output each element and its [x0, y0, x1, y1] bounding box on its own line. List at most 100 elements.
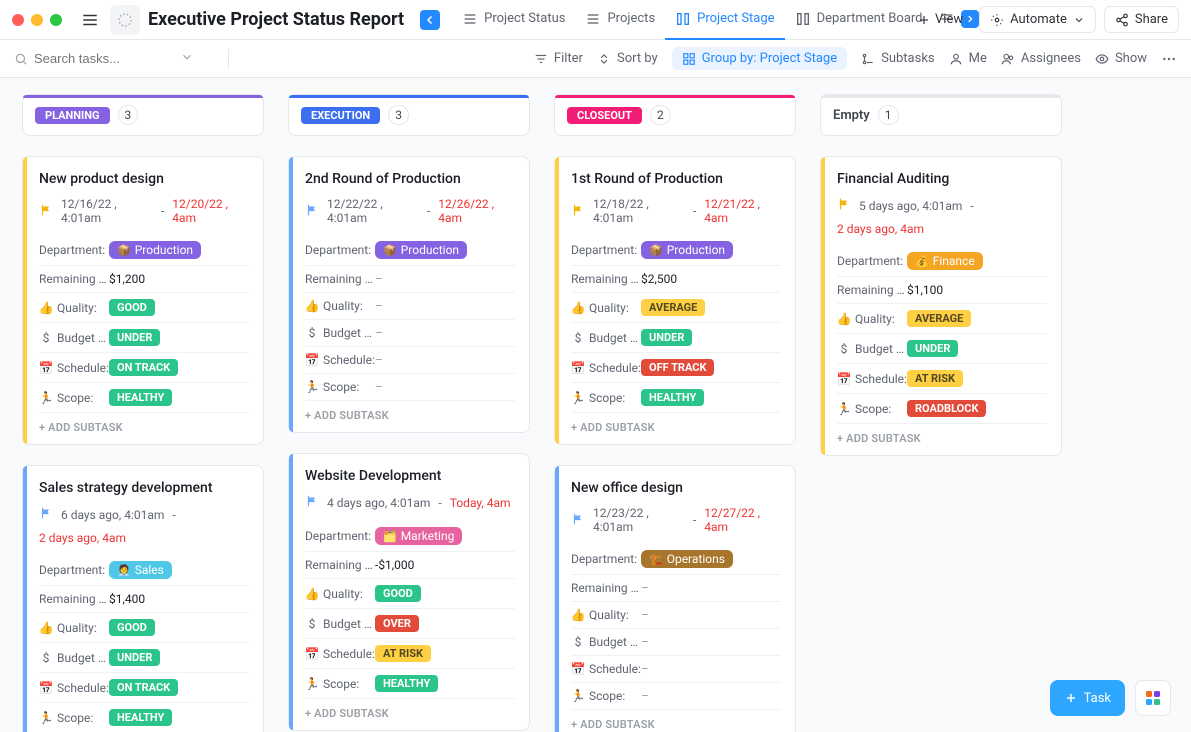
field-label-department: Department:: [837, 254, 907, 268]
flag-icon: [837, 197, 851, 214]
doc-icon: [110, 5, 140, 35]
search-dropdown-icon[interactable]: [180, 50, 194, 68]
close-window-icon[interactable]: [12, 14, 24, 26]
quality-chip: GOOD: [109, 299, 155, 316]
budget-chip: UNDER: [109, 649, 160, 666]
field-label-scope: 🏃Scope:: [571, 391, 641, 405]
date-row: 12/22/22 , 4:01am - 12/26/22 , 4am: [305, 197, 515, 225]
board: PLANNING 3 New product design 12/16/22 ,…: [0, 78, 1191, 732]
column-header[interactable]: PLANNING 3: [22, 94, 264, 136]
column-accent: [821, 95, 1061, 98]
column-planning: PLANNING 3 New product design 12/16/22 ,…: [22, 94, 264, 732]
column-count: 1: [878, 105, 899, 125]
flag-icon: [39, 506, 53, 523]
column-header[interactable]: Empty 1: [820, 94, 1062, 136]
sortby-button[interactable]: Sort by: [597, 51, 658, 66]
filter-button[interactable]: Filter: [534, 51, 583, 66]
due-date: 2 days ago, 4am: [837, 222, 1047, 236]
add-subtask-button[interactable]: + ADD SUBTASK: [571, 710, 655, 732]
add-subtask-button[interactable]: + ADD SUBTASK: [305, 699, 389, 722]
start-date: 12/23/22 , 4:01am: [593, 506, 685, 534]
department-icon: 🧑‍💼: [117, 564, 131, 577]
me-label: Me: [969, 51, 987, 66]
column-accent: [289, 95, 529, 98]
menu-button[interactable]: [78, 8, 102, 32]
field-label-department: Department:: [39, 243, 109, 257]
task-card[interactable]: Website Development 4 days ago, 4:01am -…: [288, 453, 530, 731]
field-label-budget: $Budget …: [571, 635, 641, 649]
date-row: 12/23/22 , 4:01am - 12/27/22 , 4am: [571, 506, 781, 534]
budget-chip: UNDER: [641, 329, 692, 346]
field-label-schedule: 📅Schedule:: [571, 361, 641, 375]
more-menu-icon[interactable]: [1161, 51, 1177, 67]
date-sep: -: [438, 496, 441, 510]
column-accent: [23, 95, 263, 98]
stage-label: Empty: [833, 108, 870, 123]
assignees-button[interactable]: Assignees: [1001, 51, 1081, 66]
card-accent: [289, 157, 293, 432]
new-task-button[interactable]: Task: [1050, 680, 1125, 716]
department-chip: 📦 Production: [641, 241, 733, 259]
tab-label: Project Stage: [697, 11, 774, 26]
new-task-label: Task: [1084, 691, 1111, 706]
field-label-schedule: 📅Schedule:: [39, 681, 109, 695]
show-button[interactable]: Show: [1095, 51, 1147, 66]
apps-button[interactable]: [1135, 680, 1171, 716]
stage-pill: EXECUTION: [301, 107, 380, 124]
department-label: Production: [667, 243, 725, 257]
schedule-chip: AT RISK: [375, 645, 431, 662]
task-card[interactable]: 2nd Round of Production 12/22/22 , 4:01a…: [288, 156, 530, 433]
back-button[interactable]: [420, 10, 440, 30]
column-header[interactable]: CLOSEOUT 2: [554, 94, 796, 136]
field-label-quality: 👍Quality:: [571, 301, 641, 315]
scope-chip: HEALTHY: [641, 389, 704, 406]
field-label-schedule: 📅Schedule:: [837, 372, 907, 386]
tab-projects[interactable]: Projects: [575, 0, 665, 40]
department-label: Production: [401, 243, 459, 257]
field-label-schedule: 📅Schedule:: [305, 647, 375, 661]
field-label-quality: 👍Quality:: [39, 621, 109, 635]
task-card[interactable]: Sales strategy development 6 days ago, 4…: [22, 465, 264, 732]
add-subtask-button[interactable]: + ADD SUBTASK: [571, 413, 655, 436]
flag-icon: [39, 203, 53, 220]
add-subtask-button[interactable]: + ADD SUBTASK: [837, 424, 921, 447]
department-label: Production: [135, 243, 193, 257]
fullscreen-window-icon[interactable]: [50, 14, 62, 26]
remaining-value: $2,500: [641, 272, 677, 286]
field-label-budget: $Budget …: [305, 617, 375, 631]
remaining-value: $1,200: [109, 272, 145, 286]
add-subtask-button[interactable]: + ADD SUBTASK: [39, 413, 123, 436]
automate-button[interactable]: Automate: [979, 6, 1096, 33]
task-card[interactable]: New office design 12/23/22 , 4:01am - 12…: [554, 465, 796, 732]
share-button[interactable]: Share: [1104, 6, 1179, 33]
field-label-remaining: Remaining …: [837, 283, 907, 297]
groupby-chip[interactable]: Group by: Project Stage: [672, 47, 847, 70]
task-card[interactable]: 1st Round of Production 12/18/22 , 4:01a…: [554, 156, 796, 445]
add-subtask-button[interactable]: + ADD SUBTASK: [305, 401, 389, 424]
search-input[interactable]: [34, 51, 174, 66]
task-card[interactable]: Financial Auditing 5 days ago, 4:01am - …: [820, 156, 1062, 456]
minimize-window-icon[interactable]: [31, 14, 43, 26]
add-view-button[interactable]: View: [909, 7, 971, 32]
column-header[interactable]: EXECUTION 3: [288, 94, 530, 136]
start-date: 4 days ago, 4:01am: [327, 496, 430, 510]
task-card[interactable]: New product design 12/16/22 , 4:01am - 1…: [22, 156, 264, 445]
start-date: 5 days ago, 4:01am: [859, 199, 962, 213]
field-label-schedule: 📅Schedule:: [571, 662, 641, 676]
date-sep: -: [693, 513, 696, 527]
field-label-scope: 🏃Scope:: [571, 689, 641, 703]
share-label: Share: [1135, 12, 1168, 27]
group.chip-label: Group by: Project Stage: [702, 51, 837, 66]
me-button[interactable]: Me: [949, 51, 987, 66]
field-label-schedule: 📅Schedule:: [305, 353, 375, 367]
department-chip: 📦 Production: [375, 241, 467, 259]
task-title: 2nd Round of Production: [305, 171, 515, 187]
tab-project-status[interactable]: Project Status: [452, 0, 575, 40]
subtasks-button[interactable]: Subtasks: [861, 51, 935, 66]
toolbar: Filter Sort by Group by: Project Stage S…: [0, 40, 1191, 78]
tab-project-stage[interactable]: Project Stage: [665, 0, 784, 40]
column-execution: EXECUTION 3 2nd Round of Production 12/2…: [288, 94, 530, 731]
field-label-scope: 🏃Scope:: [305, 677, 375, 691]
start-date: 6 days ago, 4:01am: [61, 508, 164, 522]
department-chip: 💰 Finance: [907, 252, 983, 270]
